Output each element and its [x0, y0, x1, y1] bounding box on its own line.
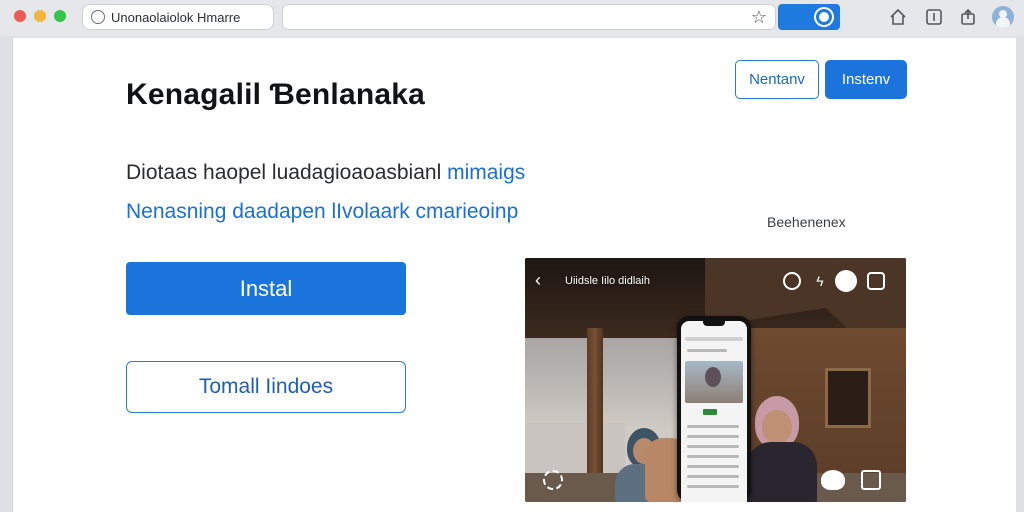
description-line-1: Diotaas haopel luadagioaoasbianl mimaigs — [126, 161, 525, 185]
address-action-icon — [816, 9, 832, 25]
back-arrow-icon[interactable]: ‹ — [535, 271, 541, 289]
flash-icon[interactable]: ϟ — [811, 272, 829, 290]
description-line-2-link[interactable]: Nenasning daadapen lIvolaark cmarieoinp — [126, 200, 518, 224]
address-bar[interactable]: ☆ — [282, 4, 776, 30]
reader-icon[interactable] — [924, 7, 944, 27]
star-icon[interactable]: ☆ — [751, 7, 767, 27]
page-title: Kenagalil Ɓenlanaka — [126, 78, 426, 111]
gallery-icon[interactable] — [867, 272, 885, 290]
tab-favicon-icon — [91, 10, 105, 24]
description-text: Diotaas haopel luadagioaoasbianl — [126, 161, 448, 184]
tab-title: Unonaolaiolok Hmarre — [111, 9, 241, 25]
house-window — [825, 368, 871, 428]
timer-icon[interactable] — [783, 272, 801, 290]
description-link[interactable]: mimaigs — [447, 161, 525, 184]
phone-mockup — [677, 316, 751, 502]
header-primary-button[interactable]: Instenv — [825, 60, 907, 99]
preview-caption: Beehenenex — [767, 214, 846, 230]
address-action-button[interactable] — [778, 4, 840, 30]
install-button[interactable]: Instal — [126, 262, 406, 315]
preview-overlay-title: Uiidsle Iilo didlaih — [565, 275, 650, 287]
like-icon[interactable] — [821, 470, 845, 490]
home-icon[interactable] — [888, 7, 908, 27]
person-right — [747, 396, 817, 502]
minimize-window-button[interactable] — [34, 10, 46, 22]
header-outline-button[interactable]: Nentanv — [735, 60, 819, 99]
phone-photo — [685, 361, 743, 403]
close-window-button[interactable] — [14, 10, 26, 22]
maximize-window-button[interactable] — [54, 10, 66, 22]
browser-toolbar: Unonaolaiolok Hmarre ☆ — [0, 0, 1024, 36]
page-content: Nentanv Instenv Kenagalil Ɓenlanaka Diot… — [12, 38, 1016, 512]
effects-icon[interactable] — [543, 470, 563, 490]
secondary-button[interactable]: Tomall Iindoes — [126, 361, 406, 413]
profile-avatar[interactable] — [992, 6, 1014, 28]
share-video-icon[interactable] — [861, 470, 881, 490]
share-icon[interactable] — [958, 7, 978, 27]
phone-screen — [681, 321, 747, 502]
record-icon[interactable] — [835, 270, 857, 292]
preview-video[interactable]: ‹ Uiidsle Iilo didlaih ϟ — [525, 258, 906, 502]
browser-tab[interactable]: Unonaolaiolok Hmarre — [82, 4, 274, 30]
